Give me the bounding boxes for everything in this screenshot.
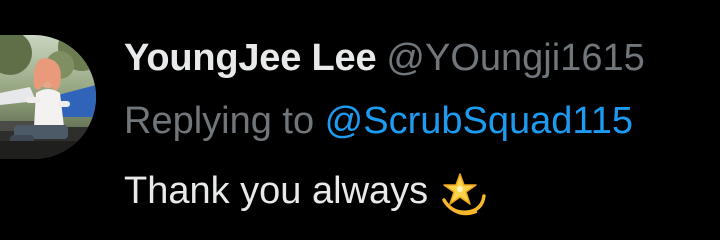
replying-to-handle-link[interactable]: @ScrubSquad115: [325, 100, 633, 142]
replying-to: Replying to @ScrubSquad115: [124, 95, 633, 147]
tweet-text: Thank you always: [124, 170, 429, 212]
display-name[interactable]: YoungJee Lee: [124, 37, 377, 79]
user-handle[interactable]: @YOungji1615: [386, 37, 644, 79]
tweet-reply[interactable]: YoungJee Lee @YOungji1615 Replying to @Sc…: [0, 0, 720, 240]
dizzy-star-emoji-icon: [438, 170, 488, 220]
avatar-photo: [0, 35, 96, 159]
avatar[interactable]: [0, 35, 96, 159]
tweet-body: Thank you always: [124, 164, 488, 218]
tweet-header: YoungJee Lee @YOungji1615: [124, 32, 645, 84]
replying-to-label: Replying to: [124, 100, 325, 142]
